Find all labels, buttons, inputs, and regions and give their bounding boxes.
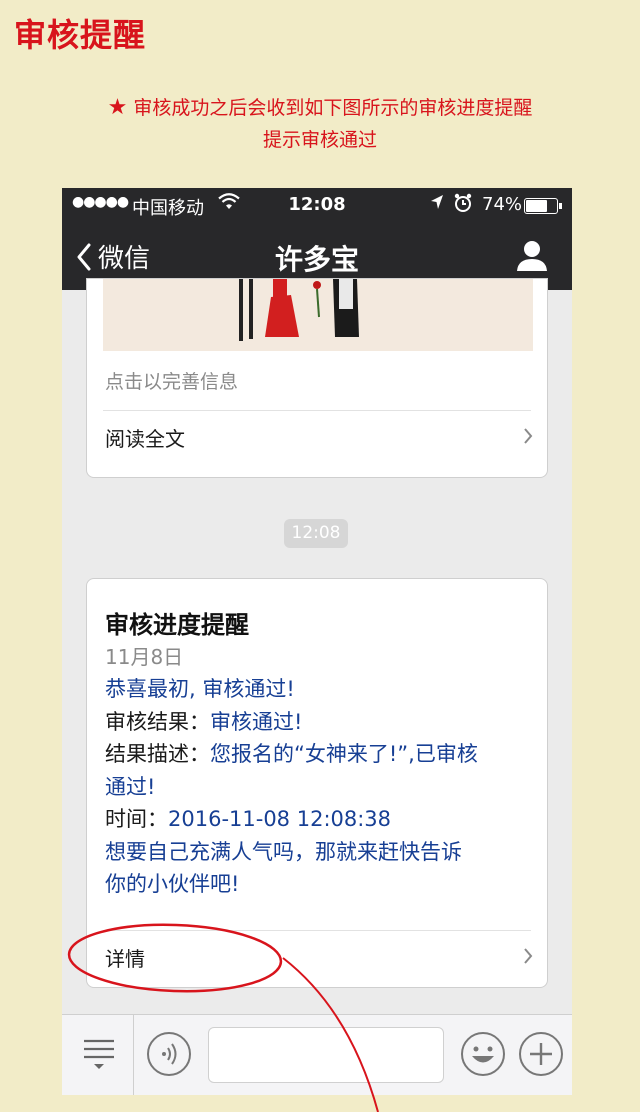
notification-date: 11月8日 [105, 645, 184, 669]
page-heading: 审核提醒 [14, 16, 147, 54]
result-row: 审核结果：审核通过! [105, 706, 535, 739]
toolbar-separator [133, 1015, 134, 1095]
time-label: 时间： [105, 807, 168, 831]
details-label: 详情 [105, 947, 145, 971]
battery-percent: 74% [482, 194, 523, 215]
emoji-icon[interactable] [460, 1031, 506, 1081]
chevron-right-icon [524, 428, 533, 444]
read-more-label: 阅读全文 [105, 427, 185, 451]
menu-list-icon[interactable] [82, 1037, 116, 1077]
desc-label: 结果描述： [105, 742, 210, 766]
notification-title: 审核进度提醒 [105, 611, 249, 639]
chevron-right-icon [524, 948, 533, 964]
status-bar: ●●●●● 中国移动 12:08 74% [62, 188, 572, 224]
notice-line-1: 审核成功之后会收到如下图所示的审核进度提醒 [133, 97, 533, 119]
plus-icon[interactable] [518, 1031, 564, 1081]
battery-icon [524, 198, 558, 214]
result-label: 审核结果： [105, 709, 210, 734]
closing-line-2: 你的小伙伴吧! [105, 872, 240, 896]
result-value: 审核通过! [210, 709, 303, 734]
battery-tip [559, 203, 562, 209]
input-toolbar [62, 1014, 572, 1095]
battery-level-fill [526, 200, 547, 212]
notification-body: 恭喜最初, 审核通过! 审核结果：审核通过! 结果描述：您报名的“女神来了!”,… [105, 673, 535, 901]
closing-line-1: 想要自己充满人气吗，那就来赶快告诉 [105, 839, 462, 864]
notification-card[interactable]: 审核进度提醒 11月8日 恭喜最初, 审核通过! 审核结果：审核通过! 结果描述… [86, 578, 548, 988]
profile-icon[interactable] [514, 238, 550, 274]
voice-icon[interactable] [146, 1031, 192, 1081]
time-row: 时间：2016-11-08 12:08:38 [105, 803, 535, 836]
read-more-link[interactable]: 阅读全文 [87, 411, 547, 461]
article-hint: 点击以完善信息 [105, 371, 239, 393]
article-card[interactable]: 点击以完善信息 阅读全文 [86, 278, 548, 478]
notice-text: ★ 审核成功之后会收到如下图所示的审核进度提醒 提示审核通过 [0, 92, 640, 156]
desc-value-2: 通过! [105, 774, 156, 799]
alarm-icon [454, 193, 472, 218]
details-link[interactable]: 详情 [87, 931, 547, 981]
desc-row: 结果描述：您报名的“女神来了!”,已审核 [105, 738, 535, 771]
nav-title: 许多宝 [274, 243, 359, 276]
greeting-line: 恭喜最初, 审核通过! [105, 677, 295, 701]
time-value: 2016-11-08 12:08:38 [168, 807, 392, 831]
article-cover-image [103, 279, 533, 351]
desc-value-1: 您报名的“女神来了!”,已审核 [210, 742, 478, 766]
location-arrow-icon [430, 194, 444, 214]
message-input[interactable] [208, 1027, 444, 1083]
phone-screenshot: ●●●●● 中国移动 12:08 74% 微信 许多宝 点击以完善信息 阅读全文… [62, 188, 572, 1095]
message-time-badge: 12:08 [284, 519, 348, 548]
star-icon: ★ [107, 95, 128, 120]
notice-line-2: 提示审核通过 [262, 129, 377, 151]
